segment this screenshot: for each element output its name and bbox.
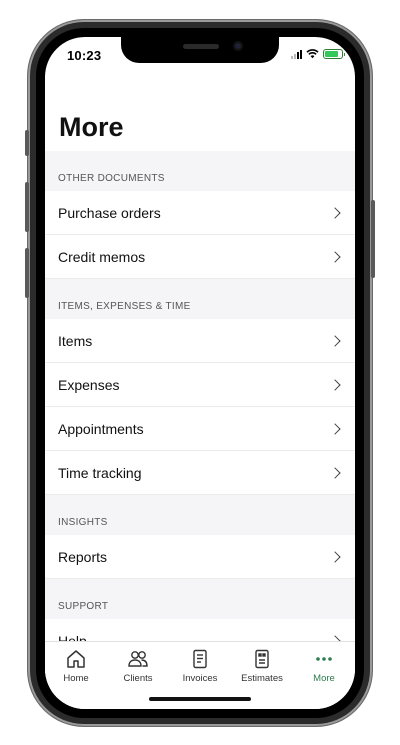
cellular-signal-icon: [291, 49, 302, 59]
section-header-other-documents: OTHER DOCUMENTS: [45, 151, 355, 191]
home-icon: [67, 650, 85, 668]
volume-down-button: [25, 248, 29, 298]
list-item-label: Expenses: [58, 376, 120, 393]
tab-label: Clients: [123, 673, 153, 684]
status-time: 10:23: [67, 48, 102, 63]
invoices-icon: [193, 649, 207, 669]
estimates-icon: [255, 649, 269, 669]
screen: 10:23 More OTHER DOCUMENTS Purchase orde…: [45, 37, 355, 709]
tab-home[interactable]: Home: [45, 642, 107, 709]
list-item-expenses[interactable]: Expenses: [45, 363, 355, 407]
list-item-label: Help: [58, 633, 87, 641]
list-item-help[interactable]: Help: [45, 619, 355, 641]
volume-up-button: [25, 182, 29, 232]
speaker-grille: [183, 44, 219, 49]
mute-switch: [25, 130, 29, 156]
page-title: More: [59, 112, 124, 142]
tab-label: More: [313, 673, 335, 684]
list-item-label: Appointments: [58, 420, 144, 437]
list-item-appointments[interactable]: Appointments: [45, 407, 355, 451]
power-button: [371, 200, 375, 278]
tab-label: Estimates: [241, 673, 283, 684]
chevron-right-icon: [329, 206, 341, 219]
list-item-purchase-orders[interactable]: Purchase orders: [45, 191, 355, 235]
chevron-right-icon: [329, 378, 341, 391]
chevron-right-icon: [329, 334, 341, 347]
front-camera: [233, 41, 243, 51]
home-indicator[interactable]: [149, 697, 251, 701]
tab-label: Invoices: [182, 673, 218, 684]
notch: [121, 37, 279, 63]
chevron-right-icon: [329, 250, 341, 263]
section-header-insights: INSIGHTS: [45, 495, 355, 535]
section-header-items-expenses-time: ITEMS, EXPENSES & TIME: [45, 279, 355, 319]
chevron-right-icon: [329, 422, 341, 435]
list-item-items[interactable]: Items: [45, 319, 355, 363]
list-item-label: Credit memos: [58, 248, 146, 265]
list-item-label: Reports: [58, 548, 108, 565]
tab-label: Home: [63, 673, 89, 684]
list-item-label: Time tracking: [58, 464, 142, 481]
list-item-label: Items: [58, 332, 93, 349]
more-list[interactable]: OTHER DOCUMENTS Purchase orders Credit m…: [45, 151, 355, 641]
list-item-credit-memos[interactable]: Credit memos: [45, 235, 355, 279]
more-dots-icon: [316, 657, 332, 661]
section-header-support: SUPPORT: [45, 579, 355, 619]
status-icons: [291, 49, 345, 59]
list-item-time-tracking[interactable]: Time tracking: [45, 451, 355, 495]
wifi-icon: [306, 49, 319, 59]
battery-icon: [323, 49, 345, 59]
tab-more[interactable]: More: [293, 642, 355, 709]
chevron-right-icon: [329, 550, 341, 563]
list-item-reports[interactable]: Reports: [45, 535, 355, 579]
chevron-right-icon: [329, 466, 341, 479]
clients-icon: [128, 651, 148, 667]
list-item-label: Purchase orders: [58, 204, 161, 221]
